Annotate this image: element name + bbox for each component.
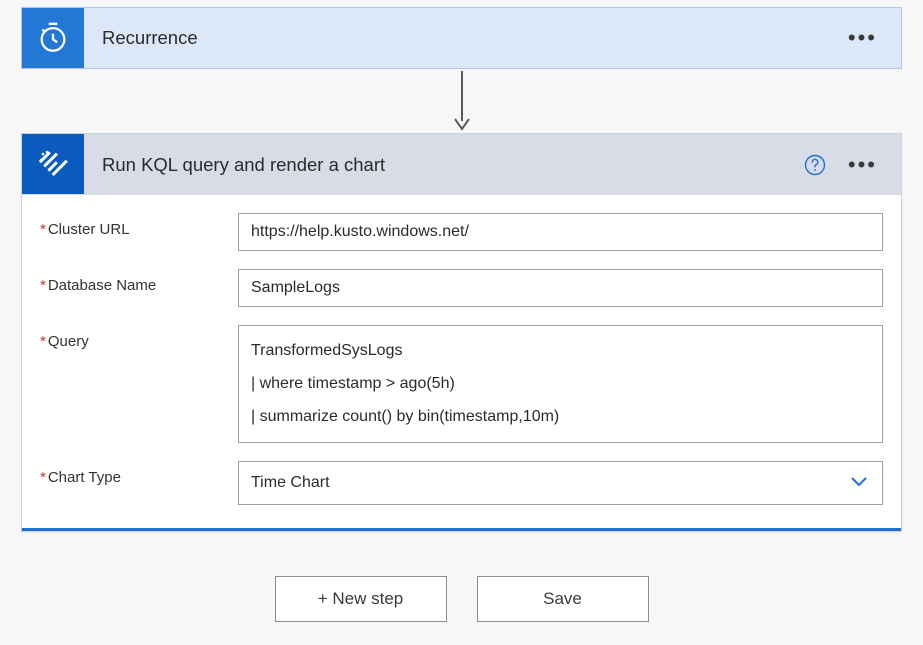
row-cluster-url: Cluster URL	[40, 213, 883, 251]
recurrence-icon	[22, 8, 84, 68]
help-icon[interactable]	[804, 154, 826, 176]
db-name-input[interactable]	[238, 269, 883, 307]
save-label: Save	[543, 589, 582, 609]
kql-title: Run KQL query and render a chart	[84, 134, 804, 195]
new-step-label: + New step	[318, 589, 404, 609]
row-query: Query TransformedSysLogs | where timesta…	[40, 325, 883, 443]
chevron-down-icon	[848, 470, 870, 497]
label-db-name: Database Name	[40, 269, 238, 294]
label-query: Query	[40, 325, 238, 350]
label-chart-type: Chart Type	[40, 461, 238, 486]
chart-type-select[interactable]: Time Chart	[238, 461, 883, 505]
kql-card: Run KQL query and render a chart ••• Clu…	[21, 133, 902, 532]
kql-card-header[interactable]: Run KQL query and render a chart •••	[22, 133, 901, 195]
connector-arrow	[21, 69, 902, 133]
new-step-button[interactable]: + New step	[275, 576, 447, 622]
kql-actions: •••	[804, 134, 901, 195]
kql-form: Cluster URL Database Name Query Transfor…	[22, 195, 901, 531]
row-db-name: Database Name	[40, 269, 883, 307]
chart-type-value: Time Chart	[251, 474, 330, 492]
save-button[interactable]: Save	[477, 576, 649, 622]
footer-actions: + New step Save	[21, 576, 902, 622]
row-chart-type: Chart Type Time Chart	[40, 461, 883, 505]
recurrence-card[interactable]: Recurrence •••	[21, 7, 902, 69]
recurrence-actions: •••	[848, 8, 901, 68]
kql-icon	[22, 134, 84, 194]
label-cluster-url: Cluster URL	[40, 213, 238, 238]
query-input[interactable]: TransformedSysLogs | where timestamp > a…	[238, 325, 883, 443]
recurrence-title: Recurrence	[84, 8, 848, 68]
cluster-url-input[interactable]	[238, 213, 883, 251]
designer-canvas: Recurrence •••	[0, 0, 923, 645]
